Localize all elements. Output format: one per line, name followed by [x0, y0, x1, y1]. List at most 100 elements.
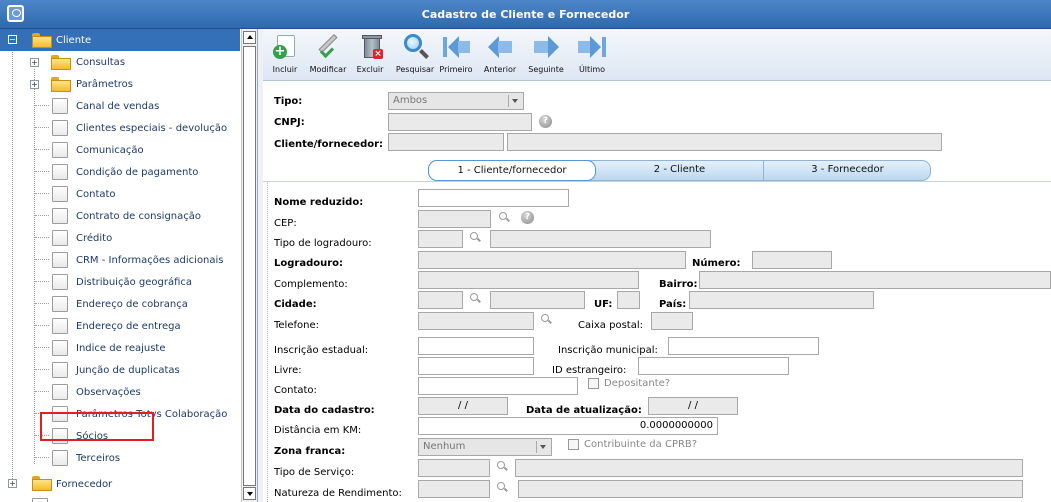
- data-atualizacao-input[interactable]: / /: [648, 397, 738, 415]
- distancia-input[interactable]: 0.0000000000: [418, 417, 718, 435]
- folder-icon: [51, 77, 71, 92]
- zona-franca-select[interactable]: Nenhum: [418, 438, 552, 456]
- document-icon: [52, 450, 68, 466]
- contato-label: Contato:: [274, 385, 317, 396]
- cnpj-input[interactable]: [388, 113, 532, 131]
- search-icon[interactable]: [499, 212, 511, 224]
- tree-connector: [35, 369, 49, 370]
- pesquisar-button[interactable]: Pesquisar: [395, 31, 435, 74]
- tree-item-endereco-de-entrega[interactable]: Endereço de entrega: [0, 315, 240, 337]
- telefone-input[interactable]: [418, 312, 534, 330]
- id-estrangeiro-input[interactable]: [638, 357, 789, 375]
- chevron-down-icon[interactable]: [536, 441, 549, 453]
- tree-item-distribuicao-geografica[interactable]: Distribuição geográfica: [0, 271, 240, 293]
- tree-root-cliente[interactable]: − Cliente: [0, 29, 240, 51]
- numero-input[interactable]: [752, 251, 832, 269]
- expand-icon[interactable]: +: [30, 58, 39, 67]
- excluir-button[interactable]: × Excluir: [355, 31, 385, 74]
- primeiro-button[interactable]: Primeiro: [439, 31, 473, 74]
- collapse-icon[interactable]: −: [8, 35, 17, 44]
- tree-item-credito[interactable]: Crédito: [0, 227, 240, 249]
- depositante-checkbox[interactable]: [588, 378, 599, 389]
- complemento-input[interactable]: [418, 271, 639, 289]
- tree-item-observacoes[interactable]: Observações: [0, 381, 240, 403]
- tree-item-partial: [0, 495, 240, 502]
- inscricao-estadual-input[interactable]: [418, 337, 534, 355]
- tree-item-canal-de-vendas[interactable]: Canal de vendas: [0, 95, 240, 117]
- cep-input[interactable]: [418, 210, 491, 228]
- document-icon: [52, 98, 68, 114]
- tree-root-fornecedor[interactable]: + Fornecedor: [0, 473, 240, 495]
- search-icon[interactable]: [497, 461, 509, 473]
- tab-cliente[interactable]: 2 - Cliente: [596, 160, 764, 181]
- scroll-down-icon[interactable]: [243, 487, 256, 500]
- natureza-rendimento-code-input[interactable]: [418, 480, 490, 498]
- uf-input[interactable]: [617, 291, 640, 309]
- navigation-tree: − Cliente + Consultas + Parâmetros Canal…: [0, 29, 258, 502]
- logradouro-input[interactable]: [418, 251, 686, 269]
- data-cadastro-input[interactable]: / /: [418, 397, 508, 415]
- tree-item-clientes-especiais[interactable]: Clientes especiais - devolução: [0, 117, 240, 139]
- tree-item-label: Distribuição geográfica: [76, 276, 193, 288]
- tipo-logradouro-desc-input[interactable]: [490, 230, 711, 248]
- tree-scrollbar[interactable]: [241, 29, 257, 502]
- cidade-name-input[interactable]: [490, 291, 585, 309]
- zona-franca-value: Nenhum: [423, 441, 466, 452]
- document-icon: [52, 340, 68, 356]
- modificar-button[interactable]: Modificar: [307, 31, 349, 74]
- cliente-fornecedor-name-input[interactable]: [507, 133, 942, 151]
- seguinte-button[interactable]: Seguinte: [527, 31, 565, 74]
- caixa-postal-input[interactable]: [651, 312, 693, 330]
- bairro-label: Bairro:: [659, 279, 698, 290]
- expand-icon[interactable]: +: [30, 80, 39, 89]
- tree-item-condicao-de-pagamento[interactable]: Condição de pagamento: [0, 161, 240, 183]
- tipo-servico-desc-input[interactable]: [515, 459, 1023, 477]
- inscricao-municipal-input[interactable]: [668, 337, 819, 355]
- tree-connector: [35, 193, 49, 194]
- tree-item-parametros[interactable]: + Parâmetros: [0, 73, 240, 95]
- scroll-up-icon[interactable]: [243, 31, 256, 44]
- tree-item-comunicacao[interactable]: Comunicação: [0, 139, 240, 161]
- tipo-logradouro-code-input[interactable]: [418, 230, 463, 248]
- search-icon[interactable]: [470, 293, 482, 305]
- contato-input[interactable]: [418, 377, 578, 395]
- tree-item-indice-de-reajuste[interactable]: Indice de reajuste: [0, 337, 240, 359]
- tab-cliente-fornecedor[interactable]: 1 - Cliente/fornecedor: [428, 160, 596, 181]
- pais-input[interactable]: [689, 291, 874, 309]
- incluir-button[interactable]: + Incluir: [269, 31, 301, 74]
- search-icon[interactable]: [497, 482, 509, 494]
- bairro-input[interactable]: [699, 271, 1051, 289]
- folder-open-icon: [32, 33, 52, 48]
- ultimo-button[interactable]: Último: [575, 31, 609, 74]
- tree-item-endereco-de-cobranca[interactable]: Endereço de cobrança: [0, 293, 240, 315]
- tree-item-juncao-de-duplicatas[interactable]: Junção de duplicatas: [0, 359, 240, 381]
- anterior-button[interactable]: Anterior: [483, 31, 517, 74]
- tree-item-label: Condição de pagamento: [76, 166, 199, 178]
- search-icon[interactable]: [470, 232, 482, 244]
- nome-reduzido-input[interactable]: [418, 189, 569, 207]
- livre-input[interactable]: [418, 357, 534, 375]
- document-icon: [52, 142, 68, 158]
- help-icon[interactable]: ?: [521, 211, 534, 224]
- search-icon[interactable]: [541, 314, 553, 326]
- tab-fornecedor[interactable]: 3 - Fornecedor: [764, 160, 931, 181]
- cidade-code-input[interactable]: [418, 291, 463, 309]
- help-icon[interactable]: ?: [539, 115, 552, 128]
- tree-item-terceiros[interactable]: Terceiros: [0, 447, 240, 469]
- tree-item-contrato-de-consignacao[interactable]: Contrato de consignação: [0, 205, 240, 227]
- tipo-servico-code-input[interactable]: [418, 459, 490, 477]
- tree-item-crm[interactable]: CRM - Informações adicionais: [0, 249, 240, 271]
- scroll-thumb[interactable]: [243, 46, 256, 486]
- tipo-servico-label: Tipo de Serviço:: [274, 467, 355, 478]
- toolbar: + Incluir Modificar × Excluir Pesquisar …: [263, 29, 1051, 81]
- chevron-down-icon[interactable]: [508, 95, 521, 107]
- distancia-label: Distância em KM:: [274, 425, 362, 436]
- expand-icon[interactable]: +: [8, 479, 17, 488]
- tipo-select[interactable]: Ambos: [388, 92, 524, 110]
- tree-item-contato[interactable]: Contato: [0, 183, 240, 205]
- contribuinte-cprb-checkbox[interactable]: [568, 439, 579, 450]
- tree-item-consultas[interactable]: + Consultas: [0, 51, 240, 73]
- cnpj-label: CNPJ:: [274, 117, 305, 128]
- natureza-rendimento-desc-input[interactable]: [518, 480, 1023, 498]
- cliente-fornecedor-code-input[interactable]: [388, 133, 504, 151]
